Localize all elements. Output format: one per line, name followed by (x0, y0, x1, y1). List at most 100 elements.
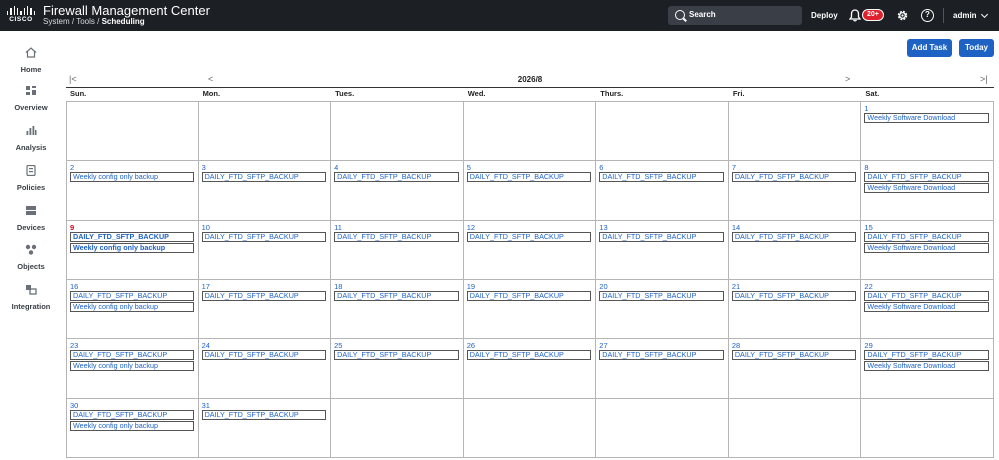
calendar-day-cell[interactable]: 13 DAILY_FTD_SFTP_BACKUP (596, 220, 729, 280)
scheduled-task[interactable]: DAILY_FTD_SFTP_BACKUP (334, 172, 459, 183)
scheduled-task[interactable]: DAILY_FTD_SFTP_BACKUP (201, 231, 327, 242)
calendar-day-cell[interactable] (463, 398, 597, 458)
calendar-day-cell[interactable]: 29 DAILY_FTD_SFTP_BACKUP Weekly Software D… (861, 339, 994, 399)
calendar-day-cell[interactable]: 24 DAILY_FTD_SFTP_BACKUP (198, 339, 332, 399)
scheduled-task[interactable]: DAILY_FTD_SFTP_BACKUP (466, 172, 592, 183)
calendar-day-cell[interactable]: 26 DAILY_FTD_SFTP_BACKUP (463, 339, 597, 399)
breadcrumb-system[interactable]: System (43, 17, 70, 26)
calendar-day-cell[interactable]: 4 DAILY_FTD_SFTP_BACKUP (331, 161, 464, 221)
calendar-day-cell[interactable]: 27 DAILY_FTD_SFTP_BACKUP (596, 339, 729, 399)
scheduled-task[interactable]: DAILY_FTD_SFTP_BACKUP (201, 172, 327, 183)
search-box[interactable]: Search (668, 6, 802, 25)
today-button[interactable]: Today (959, 39, 994, 57)
scheduled-task[interactable]: Weekly Software Download (864, 183, 989, 194)
scheduled-task[interactable]: DAILY_FTD_SFTP_BACKUP (70, 231, 194, 242)
calendar-day-cell[interactable]: 21 DAILY_FTD_SFTP_BACKUP (728, 280, 862, 340)
calendar-day-cell[interactable]: 12 DAILY_FTD_SFTP_BACKUP (463, 220, 597, 280)
calendar-day-cell[interactable]: 22 DAILY_FTD_SFTP_BACKUP Weekly Software D… (861, 280, 994, 340)
calendar-day-cell[interactable]: 5 DAILY_FTD_SFTP_BACKUP (463, 161, 597, 221)
scheduled-task[interactable]: DAILY_FTD_SFTP_BACKUP (201, 409, 327, 420)
scheduled-task[interactable]: DAILY_FTD_SFTP_BACKUP (864, 172, 989, 183)
scheduled-task[interactable]: Weekly config only backup (70, 302, 194, 312)
calendar-day-cell[interactable]: 16 DAILY_FTD_SFTP_BACKUP Weekly config onl… (66, 280, 199, 340)
calendar-day-cell[interactable]: 6 DAILY_FTD_SFTP_BACKUP (596, 161, 729, 221)
calendar-day-cell[interactable]: 28 DAILY_FTD_SFTP_BACKUP (728, 339, 862, 399)
scheduled-task[interactable]: DAILY_FTD_SFTP_BACKUP (599, 291, 724, 301)
sidebar-item-policies[interactable]: Policies (0, 163, 62, 192)
scheduled-task[interactable]: DAILY_FTD_SFTP_BACKUP (334, 291, 459, 301)
cisco-logo[interactable]: CISCO (7, 6, 35, 25)
scheduled-task[interactable]: DAILY_FTD_SFTP_BACKUP (599, 231, 724, 242)
user-menu[interactable]: admin (953, 11, 977, 20)
chevron-down-icon[interactable] (980, 10, 989, 19)
calendar-day-cell[interactable]: 14 DAILY_FTD_SFTP_BACKUP (728, 220, 862, 280)
calendar-day-cell[interactable]: 11 DAILY_FTD_SFTP_BACKUP (331, 220, 464, 280)
scheduled-task[interactable]: DAILY_FTD_SFTP_BACKUP (731, 291, 857, 301)
scheduled-task[interactable]: DAILY_FTD_SFTP_BACKUP (731, 350, 857, 361)
calendar-day-cell[interactable]: 2 Weekly config only backup (66, 161, 199, 221)
calendar-day-cell[interactable]: 9 DAILY_FTD_SFTP_BACKUP Weekly config only… (66, 220, 199, 280)
notifications-badge[interactable]: 20+ (862, 9, 884, 21)
scheduled-task[interactable]: Weekly Software Download (864, 242, 989, 253)
calendar-day-cell[interactable]: 30 DAILY_FTD_SFTP_BACKUP Weekly config onl… (66, 398, 199, 458)
calendar-day-cell[interactable] (596, 102, 729, 162)
calendar-day-cell[interactable] (463, 102, 597, 162)
calendar-day-cell[interactable]: 3 DAILY_FTD_SFTP_BACKUP (198, 161, 332, 221)
scheduled-task[interactable]: DAILY_FTD_SFTP_BACKUP (70, 409, 194, 420)
scheduled-task[interactable]: Weekly config only backup (70, 361, 194, 372)
scheduled-task[interactable]: DAILY_FTD_SFTP_BACKUP (70, 291, 194, 301)
scheduled-task[interactable]: DAILY_FTD_SFTP_BACKUP (731, 172, 857, 183)
scheduled-task[interactable]: Weekly Software Download (864, 302, 989, 312)
scheduled-task[interactable]: Weekly config only backup (70, 172, 194, 183)
scheduled-task[interactable]: DAILY_FTD_SFTP_BACKUP (864, 231, 989, 242)
scheduled-task[interactable]: DAILY_FTD_SFTP_BACKUP (599, 350, 724, 361)
calendar-day-cell[interactable]: 10 DAILY_FTD_SFTP_BACKUP (198, 220, 332, 280)
calendar-day-cell[interactable]: 20 DAILY_FTD_SFTP_BACKUP (596, 280, 729, 340)
scheduled-task[interactable]: DAILY_FTD_SFTP_BACKUP (864, 291, 989, 301)
calendar-day-cell[interactable]: 1 Weekly Software Download (861, 102, 994, 162)
calendar-day-cell[interactable] (861, 398, 994, 458)
calendar-day-cell[interactable]: 15 DAILY_FTD_SFTP_BACKUP Weekly Software D… (861, 220, 994, 280)
calendar-day-cell[interactable]: 17 DAILY_FTD_SFTP_BACKUP (198, 280, 332, 340)
scheduled-task[interactable]: Weekly config only backup (70, 242, 194, 253)
scheduled-task[interactable]: DAILY_FTD_SFTP_BACKUP (70, 350, 194, 361)
calendar-day-cell[interactable] (728, 102, 862, 162)
add-task-button[interactable]: Add Task (907, 39, 952, 57)
breadcrumb-tools[interactable]: Tools (76, 17, 95, 26)
scheduled-task[interactable]: DAILY_FTD_SFTP_BACKUP (201, 350, 327, 361)
scheduled-task[interactable]: DAILY_FTD_SFTP_BACKUP (731, 231, 857, 242)
scheduled-task[interactable]: DAILY_FTD_SFTP_BACKUP (864, 350, 989, 361)
sidebar-item-overview[interactable]: Overview (0, 83, 62, 112)
sidebar-item-home[interactable]: Home (0, 45, 62, 74)
calendar-day-cell[interactable] (331, 102, 464, 162)
sidebar-item-integration[interactable]: Integration (0, 282, 62, 311)
scheduled-task[interactable]: DAILY_FTD_SFTP_BACKUP (334, 350, 459, 361)
help-icon[interactable]: ? (921, 9, 934, 22)
bell-icon[interactable] (849, 9, 861, 22)
scheduled-task[interactable]: DAILY_FTD_SFTP_BACKUP (466, 231, 592, 242)
scheduled-task[interactable]: Weekly config only backup (70, 420, 194, 431)
calendar-day-cell[interactable]: 25 DAILY_FTD_SFTP_BACKUP (331, 339, 464, 399)
scheduled-task[interactable]: DAILY_FTD_SFTP_BACKUP (201, 291, 327, 301)
scheduled-task[interactable]: DAILY_FTD_SFTP_BACKUP (334, 231, 459, 242)
calendar-day-cell[interactable] (198, 102, 332, 162)
calendar-day-cell[interactable] (66, 102, 199, 162)
calendar-day-cell[interactable]: 31 DAILY_FTD_SFTP_BACKUP (198, 398, 332, 458)
scheduled-task[interactable]: Weekly Software Download (864, 361, 989, 372)
scheduled-task[interactable]: DAILY_FTD_SFTP_BACKUP (466, 350, 592, 361)
calendar-day-cell[interactable] (331, 398, 464, 458)
gear-icon[interactable] (896, 9, 909, 22)
calendar-day-cell[interactable] (596, 398, 729, 458)
scheduled-task[interactable]: Weekly Software Download (864, 113, 989, 123)
scheduled-task[interactable]: DAILY_FTD_SFTP_BACKUP (466, 291, 592, 301)
next-year-button[interactable]: >| (980, 74, 988, 84)
calendar-day-cell[interactable]: 23 DAILY_FTD_SFTP_BACKUP Weekly config onl… (66, 339, 199, 399)
calendar-day-cell[interactable]: 19 DAILY_FTD_SFTP_BACKUP (463, 280, 597, 340)
scheduled-task[interactable]: DAILY_FTD_SFTP_BACKUP (599, 172, 724, 183)
deploy-button[interactable]: Deploy (811, 11, 838, 20)
calendar-day-cell[interactable]: 8 DAILY_FTD_SFTP_BACKUP Weekly Software Do… (861, 161, 994, 221)
calendar-day-cell[interactable] (728, 398, 862, 458)
calendar-day-cell[interactable]: 7 DAILY_FTD_SFTP_BACKUP (728, 161, 862, 221)
next-month-button[interactable]: > (845, 74, 850, 84)
sidebar-item-objects[interactable]: Objects (0, 242, 62, 271)
